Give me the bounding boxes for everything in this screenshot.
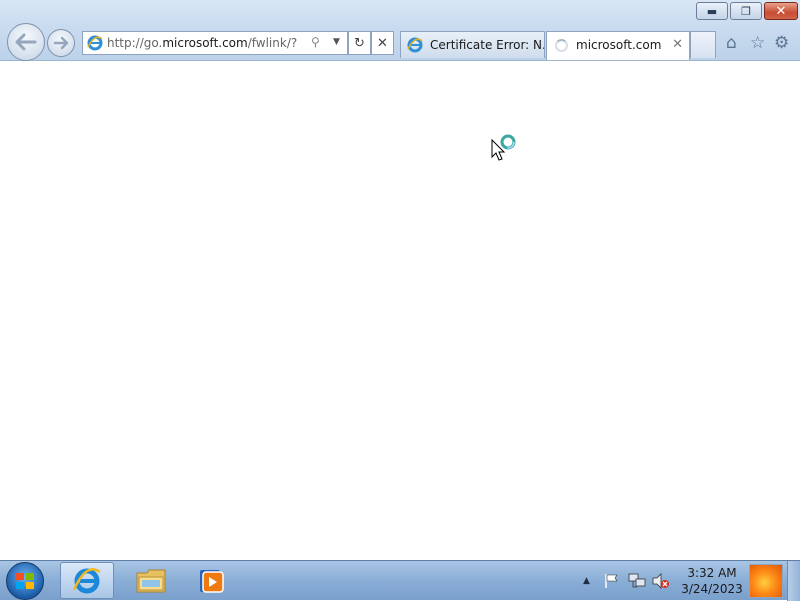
chevron-up-icon: ▲: [583, 576, 590, 586]
taskbar: ▲ 3:32 AM 3/24/2023: [0, 560, 800, 601]
tab-certificate-error[interactable]: Certificate Error: N...: [400, 31, 545, 58]
address-url: http://go.microsoft.com/fwlink/?LinkI: [107, 36, 297, 50]
favorites-star-icon[interactable]: ☆: [750, 33, 765, 53]
address-dropdown-icon[interactable]: ▼: [333, 37, 340, 47]
clock-time: 3:32 AM: [687, 566, 737, 580]
taskbar-windows-explorer[interactable]: [124, 562, 178, 599]
back-button[interactable]: [7, 23, 45, 61]
clock-date: 3/24/2023: [681, 582, 743, 596]
taskbar-media-player[interactable]: [184, 562, 238, 599]
close-icon: ✕: [775, 3, 787, 19]
tools-gear-icon[interactable]: ⚙: [774, 33, 789, 53]
volume-muted-icon: [652, 573, 669, 589]
network-icon: [628, 573, 646, 588]
restore-button[interactable]: ❐: [730, 2, 762, 20]
tab-microsoft[interactable]: microsoft.com ✕: [546, 31, 690, 60]
tab-label: microsoft.com: [576, 38, 662, 52]
refresh-button[interactable]: ↻: [348, 31, 371, 55]
search-icon[interactable]: ⚲: [311, 35, 320, 49]
windows-explorer-icon: [136, 569, 166, 592]
browser-titlebar: ▬ ❐ ✕ http://go.microsoft.com/fwlink/?Li…: [0, 0, 800, 61]
user-account-picture: [749, 564, 783, 598]
start-button[interactable]: [6, 562, 44, 600]
network-button[interactable]: [628, 561, 646, 601]
stop-button[interactable]: ✕: [371, 31, 394, 55]
refresh-icon: ↻: [354, 35, 365, 51]
show-hidden-icons-button[interactable]: ▲: [583, 561, 590, 601]
action-center-flag-icon: [605, 574, 618, 588]
ie-icon: [407, 37, 423, 53]
new-tab-button[interactable]: [690, 31, 716, 58]
address-bar[interactable]: http://go.microsoft.com/fwlink/?LinkI ⚲ …: [82, 31, 348, 55]
back-arrow-icon: [15, 33, 37, 51]
action-center-button[interactable]: [604, 561, 620, 601]
windows-logo-icon: [16, 573, 34, 589]
restore-icon: ❐: [741, 4, 751, 18]
minimize-button[interactable]: ▬: [696, 2, 728, 20]
minimize-icon: ▬: [706, 4, 718, 18]
window-controls: ▬ ❐ ✕: [696, 2, 798, 20]
stop-icon: ✕: [377, 35, 388, 51]
ie-icon: [87, 35, 103, 51]
taskbar-internet-explorer[interactable]: [60, 562, 114, 599]
home-icon[interactable]: ⌂: [726, 33, 737, 53]
media-player-icon: [200, 569, 224, 593]
loading-spinner-icon: [555, 39, 568, 52]
system-clock[interactable]: 3:32 AM 3/24/2023: [676, 565, 748, 597]
show-desktop-button[interactable]: [787, 561, 800, 601]
internet-explorer-icon: [72, 567, 101, 593]
forward-button[interactable]: [47, 29, 75, 57]
volume-button[interactable]: [652, 561, 670, 601]
tab-close-icon[interactable]: ✕: [672, 37, 683, 52]
busy-cursor-icon: [491, 134, 516, 161]
tab-label: Certificate Error: N...: [430, 38, 545, 52]
forward-arrow-icon: [53, 36, 69, 50]
close-button[interactable]: ✕: [764, 2, 798, 20]
